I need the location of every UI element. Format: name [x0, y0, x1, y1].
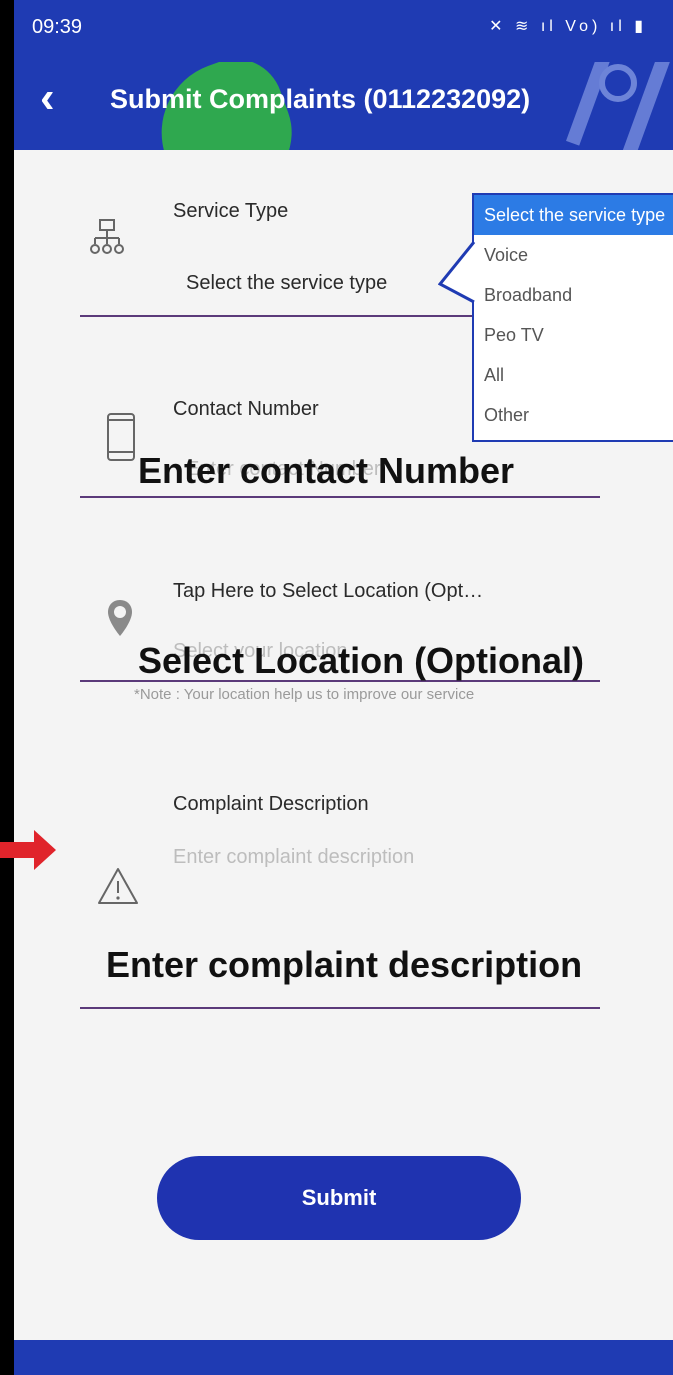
- decor-ring: [599, 64, 637, 102]
- phone-icon: [107, 413, 135, 461]
- location-pin-icon: [108, 600, 132, 636]
- complaint-description-input[interactable]: Enter complaint description: [173, 846, 414, 869]
- contact-overlay-caption: Enter contact Number: [138, 450, 515, 491]
- dropdown-option[interactable]: Other: [474, 395, 673, 435]
- complaint-overlay-caption: Enter complaint description: [106, 944, 583, 985]
- service-type-select[interactable]: Select the service type: [186, 272, 387, 295]
- complaint-description-label: Complaint Description: [173, 793, 369, 815]
- service-type-dropdown[interactable]: Select the service type Voice Broadband …: [472, 193, 673, 442]
- divider: [80, 496, 600, 498]
- callout-pointer-icon: [438, 241, 476, 304]
- status-bar: 09:39 ✕ ≋ ıl Vo) ıl ▮: [14, 0, 673, 62]
- annotation-arrow-icon: [0, 830, 56, 870]
- service-type-label: Service Type: [173, 200, 289, 222]
- location-label[interactable]: Tap Here to Select Location (Opt…: [173, 580, 483, 603]
- warning-icon: [98, 868, 138, 904]
- dropdown-option[interactable]: Peo TV: [474, 315, 673, 355]
- bottom-bar: [14, 1340, 673, 1375]
- contact-number-label: Contact Number: [173, 398, 319, 420]
- network-icon: [90, 219, 124, 254]
- app-screen: 09:39 ✕ ≋ ıl Vo) ıl ▮ ‹ Submit Complaint…: [14, 0, 673, 1375]
- location-note: *Note : Your location help us to improve…: [134, 686, 475, 703]
- dropdown-option[interactable]: Select the service type: [474, 195, 673, 235]
- divider: [80, 1007, 600, 1009]
- status-time: 09:39: [32, 16, 83, 38]
- status-icons: ✕ ≋ ıl Vo) ıl ▮: [489, 18, 647, 35]
- app-bar: ‹ Submit Complaints (0112232092): [14, 62, 673, 150]
- submit-button[interactable]: Submit: [157, 1156, 521, 1240]
- location-overlay-caption: Select Location (Optional): [138, 640, 585, 681]
- back-arrow-icon[interactable]: ‹: [40, 76, 55, 120]
- dropdown-option[interactable]: Voice: [474, 235, 673, 275]
- page-title: Submit Complaints (0112232092): [110, 84, 531, 114]
- dropdown-option[interactable]: Broadband: [474, 275, 673, 315]
- dropdown-option[interactable]: All: [474, 355, 673, 395]
